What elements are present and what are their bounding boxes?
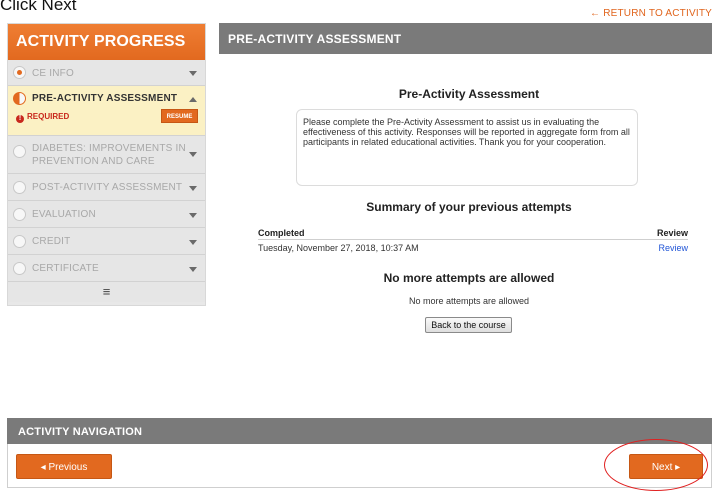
summary-heading: Summary of your previous attempts — [366, 200, 572, 214]
chevron-up-icon[interactable] — [189, 97, 197, 102]
progress-circle-icon — [13, 181, 26, 194]
required-badge: ! REQUIRED — [16, 112, 69, 123]
chevron-down-icon[interactable] — [189, 213, 197, 218]
progress-circle-icon — [13, 208, 26, 221]
activity-navigation-header: ACTIVITY NAVIGATION — [7, 418, 712, 444]
chevron-down-icon[interactable] — [189, 240, 197, 245]
sidebar-item-label: CERTIFICATE — [32, 263, 99, 274]
sidebar-item-label: DIABETES: IMPROVEMENTS IN PREVENTION AND … — [32, 142, 186, 168]
instruction-text: Click Next — [0, 0, 77, 14]
sidebar-item-label: CE INFO — [32, 68, 74, 79]
sidebar-item-label: EVALUATION — [32, 209, 96, 220]
return-to-activity-link[interactable]: ← RETURN TO ACTIVITY — [590, 8, 712, 19]
progress-circle-icon — [13, 66, 26, 79]
page-title: Pre-Activity Assessment — [398, 87, 540, 101]
resume-button[interactable]: RESUME — [161, 109, 198, 123]
sidebar-item-label: POST-ACTIVITY ASSESSMENT — [32, 182, 183, 193]
progress-circle-icon — [13, 145, 26, 158]
main-panel-header: PRE-ACTIVITY ASSESSMENT — [219, 23, 712, 54]
chevron-down-icon[interactable] — [189, 71, 197, 76]
progress-circle-icon — [13, 262, 26, 275]
table-row: Tuesday, November 27, 2018, 10:37 AM Rev… — [258, 243, 688, 253]
attempts-table-header: Completed Review — [258, 228, 688, 238]
sidebar-item-pre-activity-assessment[interactable]: PRE-ACTIVITY ASSESSMENT ! REQUIRED RESUME — [8, 86, 205, 136]
sidebar-item-post-activity-assessment[interactable]: POST-ACTIVITY ASSESSMENT — [8, 174, 205, 201]
review-link[interactable]: Review — [658, 243, 688, 253]
table-divider — [258, 239, 688, 240]
previous-button[interactable]: ◂ Previous — [16, 454, 112, 479]
progress-circle-icon — [13, 235, 26, 248]
column-header-completed: Completed — [258, 228, 305, 238]
next-button[interactable]: Next ▸ — [629, 454, 703, 479]
activity-progress-sidebar: ACTIVITY PROGRESS CE INFO PRE-ACTIVITY A… — [7, 23, 206, 306]
label-line-1: DIABETES: IMPROVEMENTS IN — [32, 143, 186, 154]
required-label: REQUIRED — [27, 112, 70, 121]
completed-cell: Tuesday, November 27, 2018, 10:37 AM — [258, 243, 419, 253]
no-more-attempts-heading: No more attempts are allowed — [383, 271, 555, 285]
sidebar-item-ce-info[interactable]: CE INFO — [8, 60, 205, 86]
sidebar-item-certificate[interactable]: CERTIFICATE — [8, 255, 205, 282]
activity-navigation-body — [7, 444, 712, 488]
sidebar-item-diabetes[interactable]: DIABETES: IMPROVEMENTS IN PREVENTION AND … — [8, 136, 205, 174]
sidebar-title: ACTIVITY PROGRESS — [8, 24, 205, 60]
sidebar-item-label: PRE-ACTIVITY ASSESSMENT — [32, 93, 178, 104]
sidebar-item-label: CREDIT — [32, 236, 71, 247]
progress-half-circle-icon — [13, 92, 26, 105]
no-more-attempts-text: No more attempts are allowed — [408, 296, 530, 306]
chevron-down-icon[interactable] — [189, 267, 197, 272]
hamburger-menu-icon[interactable]: ≡ — [8, 282, 205, 302]
sidebar-item-credit[interactable]: CREDIT — [8, 228, 205, 255]
column-header-review: Review — [656, 228, 688, 238]
alert-icon: ! — [16, 115, 24, 123]
chevron-down-icon[interactable] — [189, 186, 197, 191]
sidebar-item-evaluation[interactable]: EVALUATION — [8, 201, 205, 228]
label-line-2: PREVENTION AND CARE — [32, 156, 155, 167]
back-to-course-button[interactable]: Back to the course — [425, 317, 512, 333]
chevron-down-icon[interactable] — [189, 152, 197, 157]
intro-text-box: Please complete the Pre-Activity Assessm… — [296, 109, 638, 186]
